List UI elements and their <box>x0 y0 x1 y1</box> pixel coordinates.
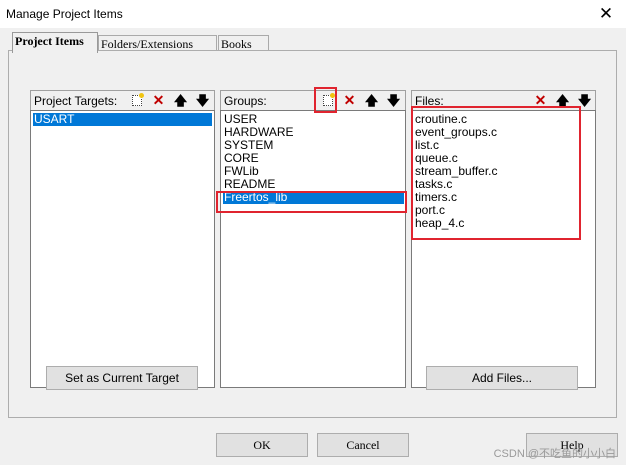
files-list[interactable]: croutine.c event_groups.c list.c queue.c… <box>411 110 596 388</box>
delete-group-icon[interactable]: ✕ <box>341 92 358 109</box>
move-file-down-icon[interactable]: 🡇 <box>576 92 593 109</box>
window-title: Manage Project Items <box>6 7 123 21</box>
target-item[interactable]: USART <box>33 113 212 126</box>
new-group-icon[interactable] <box>319 92 336 109</box>
ok-button[interactable]: OK <box>216 433 308 457</box>
files-header: Files: ✕ 🡅 🡇 <box>411 90 596 110</box>
close-icon[interactable]: ✕ <box>594 2 618 26</box>
dialog-client: Project Items Folders/Extensions Books P… <box>0 28 626 465</box>
targets-label: Project Targets: <box>34 94 118 108</box>
groups-panel: Groups: ✕ 🡅 🡇 USER HARDWARE SYSTEM CORE … <box>220 90 406 388</box>
new-target-icon[interactable] <box>128 92 145 109</box>
move-target-up-icon[interactable]: 🡅 <box>172 92 189 109</box>
cancel-button[interactable]: Cancel <box>317 433 409 457</box>
move-target-down-icon[interactable]: 🡇 <box>194 92 211 109</box>
files-panel: Files: ✕ 🡅 🡇 croutine.c event_groups.c l… <box>411 90 596 388</box>
tab-project-items[interactable]: Project Items <box>12 32 98 53</box>
add-files-button[interactable]: Add Files... <box>426 366 578 390</box>
title-bar: Manage Project Items ✕ <box>0 0 626 28</box>
move-file-up-icon[interactable]: 🡅 <box>554 92 571 109</box>
targets-panel: Project Targets: ✕ 🡅 🡇 USART <box>30 90 215 388</box>
files-label: Files: <box>415 94 444 108</box>
delete-target-icon[interactable]: ✕ <box>150 92 167 109</box>
groups-header: Groups: ✕ 🡅 🡇 <box>220 90 406 110</box>
targets-header: Project Targets: ✕ 🡅 🡇 <box>30 90 215 110</box>
move-group-up-icon[interactable]: 🡅 <box>363 92 380 109</box>
watermark: CSDN @不吃鱼的小小白 <box>493 448 616 460</box>
group-item-selected[interactable]: Freertos_lib <box>223 191 404 204</box>
targets-list[interactable]: USART <box>30 110 215 388</box>
set-current-target-button[interactable]: Set as Current Target <box>46 366 198 390</box>
move-group-down-icon[interactable]: 🡇 <box>385 92 402 109</box>
file-item[interactable]: heap_4.c <box>414 217 464 230</box>
delete-file-icon[interactable]: ✕ <box>532 92 549 109</box>
groups-list[interactable]: USER HARDWARE SYSTEM CORE FWLib README F… <box>220 110 406 388</box>
groups-label: Groups: <box>224 94 267 108</box>
